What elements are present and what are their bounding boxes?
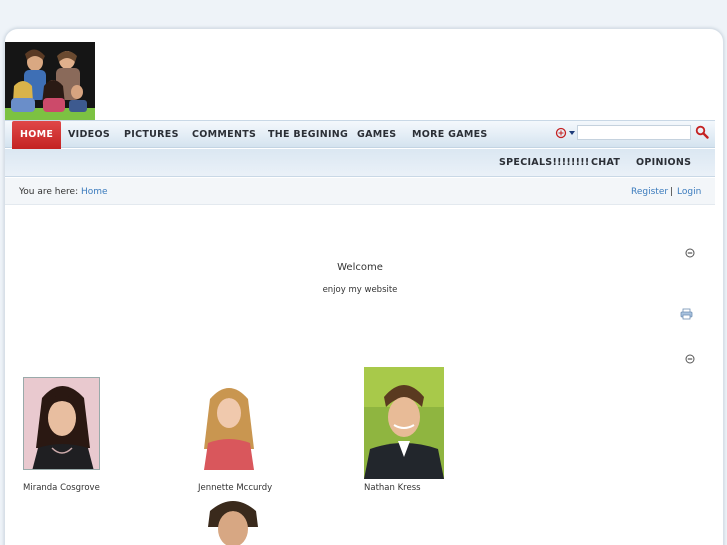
photo-miranda-cosgrove[interactable] — [23, 377, 100, 470]
photo-cast-member[interactable] — [200, 497, 266, 545]
nav-item-games[interactable]: GAMES — [357, 121, 396, 148]
search-icon[interactable] — [695, 124, 709, 139]
language-selector-icon[interactable] — [555, 127, 577, 139]
breadcrumb-prefix: You are here: — [19, 187, 79, 197]
login-link[interactable]: Login — [677, 187, 701, 197]
nav-item-more-games[interactable]: MORE GAMES — [412, 121, 488, 148]
nav-item-pictures[interactable]: PICTURES — [124, 121, 179, 148]
site-logo[interactable] — [5, 42, 95, 120]
breadcrumb: You are here: Home Register | Login — [5, 178, 715, 205]
caption-miranda-cosgrove: Miranda Cosgrove — [23, 483, 100, 493]
nav-item-specials[interactable]: SPECIALS!!!!!!!! — [499, 149, 590, 176]
register-link[interactable]: Register — [631, 187, 668, 197]
photo-jennette-mccurdy[interactable] — [198, 377, 260, 470]
search-input[interactable] — [577, 125, 691, 140]
collapse-icon[interactable] — [685, 349, 695, 364]
caption-nathan-kress: Nathan Kress — [364, 483, 421, 493]
nav-item-videos[interactable]: VIDEOS — [68, 121, 110, 148]
welcome-title: Welcome — [337, 262, 383, 273]
print-icon[interactable] — [680, 305, 693, 320]
collapse-icon[interactable] — [685, 243, 695, 258]
secondary-nav: SPECIALS!!!!!!!! CHAT OPINIONS — [5, 149, 715, 177]
nav-item-chat[interactable]: CHAT — [591, 149, 620, 176]
nav-item-the-begining[interactable]: THE BEGINING — [268, 121, 348, 148]
nav-item-home[interactable]: HOME — [12, 121, 62, 149]
nav-item-comments[interactable]: COMMENTS — [192, 121, 256, 148]
nav-item-opinions[interactable]: OPINIONS — [636, 149, 691, 176]
breadcrumb-home-link[interactable]: Home — [81, 187, 108, 197]
caption-jennette-mccurdy: Jennette Mccurdy — [198, 483, 273, 493]
photo-nathan-kress[interactable] — [364, 367, 444, 479]
auth-separator: | — [670, 187, 674, 197]
welcome-subtitle: enjoy my website — [322, 285, 398, 295]
